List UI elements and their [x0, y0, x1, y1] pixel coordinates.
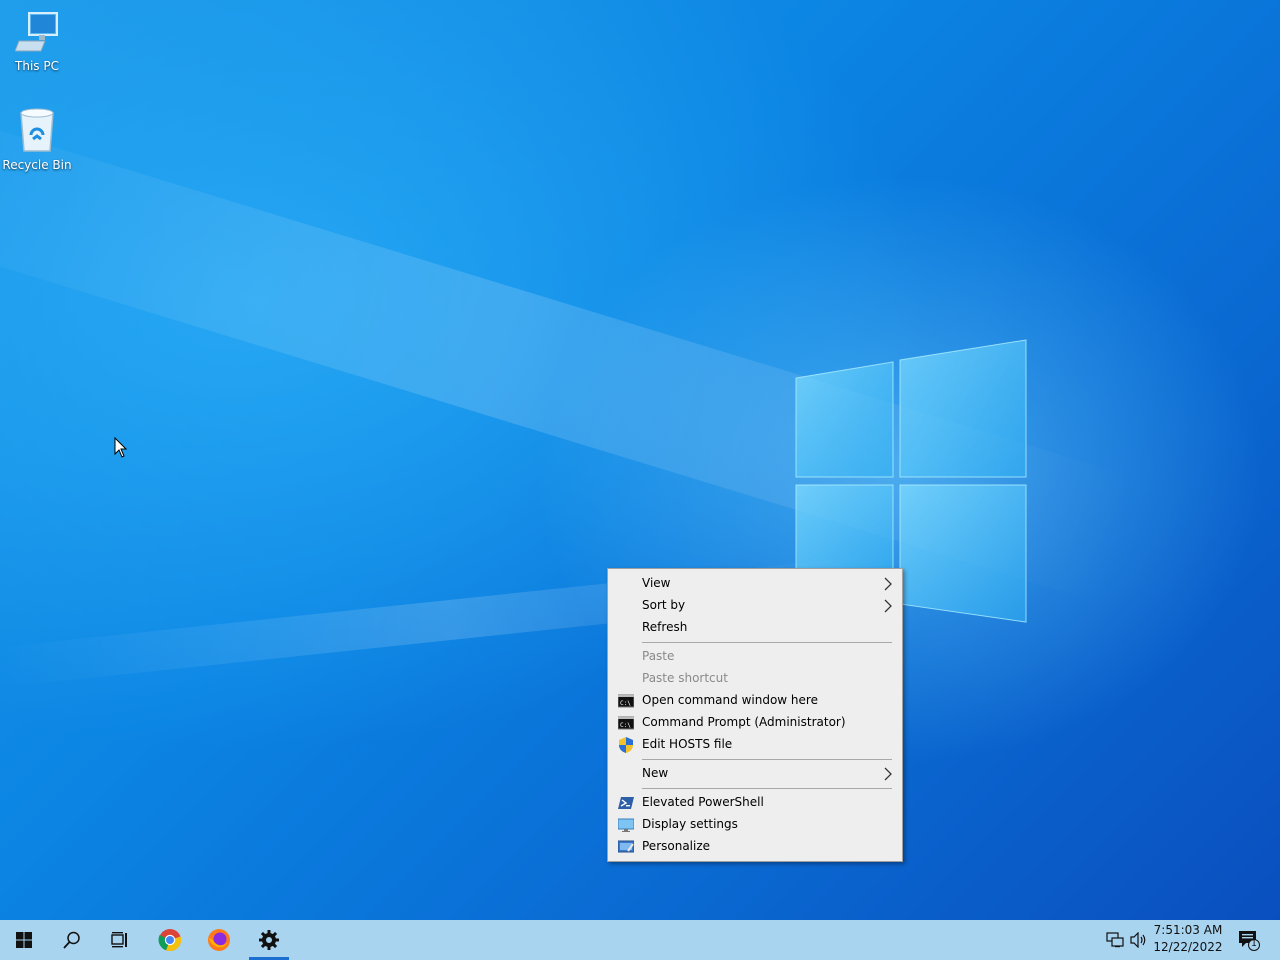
taskbar-chrome[interactable]	[146, 920, 194, 960]
menu-item-paste-shortcut: Paste shortcut	[608, 668, 902, 690]
menu-separator	[642, 759, 892, 760]
cmd-icon: C:\	[618, 694, 634, 708]
svg-text:C:\: C:\	[620, 700, 631, 707]
menu-separator	[642, 788, 892, 789]
start-icon	[16, 932, 32, 948]
firefox-icon	[208, 929, 230, 951]
menu-item-elevated-powershell[interactable]: Elevated PowerShell	[608, 792, 902, 814]
chevron-right-icon	[884, 599, 892, 613]
menu-separator	[642, 642, 892, 643]
start-button[interactable]	[0, 920, 48, 960]
menu-item-label: Edit HOSTS file	[642, 737, 733, 751]
task-view-icon	[111, 932, 127, 948]
menu-item-label: New	[642, 766, 669, 780]
cmd-icon: C:\	[618, 716, 634, 730]
settings-icon	[259, 930, 279, 950]
menu-item-label: Elevated PowerShell	[642, 795, 764, 809]
desktop-context-menu: View Sort by Refresh Paste Paste shortcu…	[607, 568, 903, 862]
desktop-icon-this-pc[interactable]: This PC	[0, 10, 75, 73]
menu-item-personalize[interactable]: Personalize	[608, 836, 902, 858]
taskbar: 7:51:03 AM 12/22/2022 1	[0, 920, 1280, 960]
svg-text:C:\: C:\	[620, 722, 631, 729]
menu-item-edit-hosts[interactable]: Edit HOSTS file	[608, 734, 902, 756]
menu-item-label: View	[642, 576, 671, 590]
mouse-cursor-icon	[114, 437, 128, 458]
network-tray[interactable]	[1104, 920, 1126, 960]
menu-item-new[interactable]: New	[608, 763, 902, 785]
volume-tray[interactable]	[1128, 920, 1150, 960]
menu-item-refresh[interactable]: Refresh	[608, 617, 902, 639]
light-beam	[0, 100, 1144, 605]
chrome-icon	[158, 929, 182, 951]
search-button[interactable]	[48, 920, 96, 960]
taskbar-clock[interactable]: 7:51:03 AM 12/22/2022	[1150, 922, 1226, 956]
clock-time: 7:51:03 AM	[1153, 923, 1223, 937]
task-view-button[interactable]	[96, 920, 144, 960]
taskbar-firefox[interactable]	[195, 920, 243, 960]
desktop-icon-recycle-bin[interactable]: Recycle Bin	[0, 107, 75, 172]
this-pc-icon	[14, 12, 58, 52]
recycle-bin-icon	[20, 108, 54, 152]
display-icon	[618, 818, 634, 832]
taskbar-settings[interactable]	[245, 920, 293, 960]
menu-item-command-prompt-admin[interactable]: C:\ Command Prompt (Administrator)	[608, 712, 902, 734]
menu-item-label: Personalize	[642, 839, 711, 853]
menu-item-paste: Paste	[608, 646, 902, 668]
search-icon	[63, 931, 80, 949]
personalize-icon	[618, 840, 634, 853]
network-icon	[1106, 932, 1124, 948]
clock-date: 12/22/2022	[1153, 940, 1223, 954]
menu-item-label: Open command window here	[642, 693, 818, 707]
desktop-icon-label: This PC	[15, 59, 59, 73]
notification-count-badge: 1	[1251, 939, 1257, 949]
powershell-icon	[618, 797, 634, 809]
menu-item-label: Command Prompt (Administrator)	[642, 715, 846, 729]
desktop[interactable]: This PC Recycle Bin View Sort by Refresh…	[0, 0, 1280, 920]
menu-item-display-settings[interactable]: Display settings	[608, 814, 902, 836]
menu-item-label: Paste shortcut	[642, 671, 728, 685]
chevron-right-icon	[884, 577, 892, 591]
menu-item-label: Sort by	[642, 598, 686, 612]
shield-icon	[619, 737, 633, 753]
desktop-icon-label: Recycle Bin	[2, 158, 72, 172]
menu-item-view[interactable]: View	[608, 573, 902, 595]
menu-item-label: Display settings	[642, 817, 738, 831]
menu-item-open-command-window[interactable]: C:\ Open command window here	[608, 690, 902, 712]
menu-item-sort-by[interactable]: Sort by	[608, 595, 902, 617]
chevron-right-icon	[884, 767, 892, 781]
menu-item-label: Paste	[642, 649, 675, 663]
action-center-button[interactable]: 1	[1232, 920, 1272, 960]
volume-icon	[1130, 932, 1146, 948]
menu-item-label: Refresh	[642, 620, 688, 634]
